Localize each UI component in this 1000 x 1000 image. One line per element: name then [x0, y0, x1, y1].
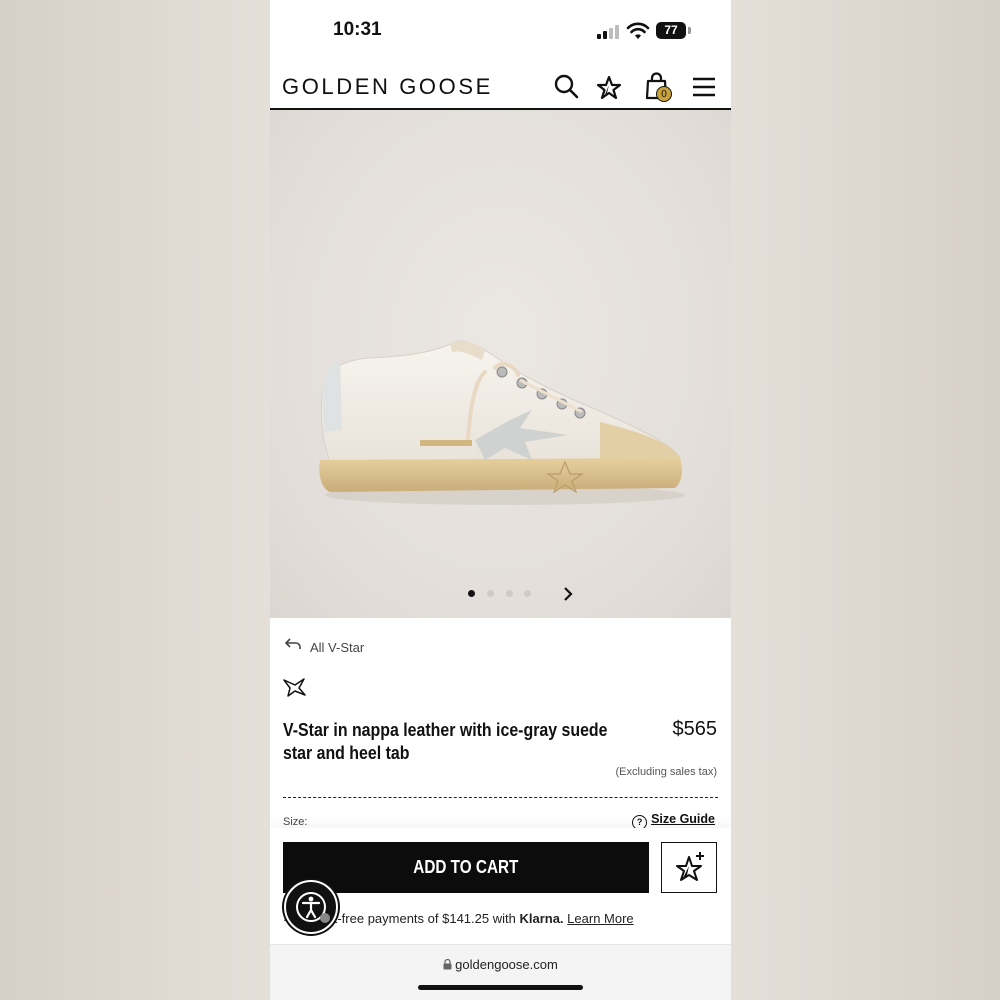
status-time: 10:31: [333, 19, 382, 40]
backdrop-left: [0, 0, 270, 1000]
klarna-logo: Klarna.: [519, 911, 564, 926]
browser-url-bar[interactable]: [270, 944, 731, 1000]
add-to-cart-label: ADD TO CART: [413, 857, 519, 877]
add-to-wishlist-button[interactable]: [661, 842, 717, 893]
accessibility-button[interactable]: [284, 880, 338, 934]
lock-icon: [443, 958, 452, 970]
browser-url[interactable]: goldengoose.com: [270, 957, 731, 972]
browser-url-text: goldengoose.com: [455, 957, 558, 972]
pagination-dot[interactable]: [524, 590, 531, 597]
klarna-learn-more-link[interactable]: Learn More: [567, 911, 633, 926]
add-to-cart-button[interactable]: ADD TO CART: [283, 842, 649, 893]
cellular-signal-icon: [597, 25, 621, 39]
battery-icon: 77: [656, 22, 686, 39]
brand-logo[interactable]: GOLDEN GOOSE: [282, 74, 493, 100]
back-arrow-icon[interactable]: [284, 636, 302, 652]
product-image-sneaker: [319, 340, 685, 505]
chevron-right-icon[interactable]: [560, 585, 576, 603]
section-divider: [283, 797, 718, 798]
search-icon[interactable]: [552, 72, 580, 100]
menu-icon[interactable]: [690, 73, 718, 101]
pagination-dot[interactable]: [487, 590, 494, 597]
wifi-icon: [626, 22, 650, 39]
product-price: $565: [672, 718, 718, 740]
size-label: Size:: [283, 816, 308, 828]
home-indicator[interactable]: [418, 985, 583, 990]
battery-tip: [688, 27, 691, 34]
phone-screen: 10:31 77 GOLDEN GOOSE 0 All V-Star V-Sta…: [270, 0, 731, 1000]
tax-note: (Excluding sales tax): [615, 766, 718, 778]
klarna-text: st-free payments of $141.25 with: [327, 911, 516, 926]
wishlist-star-icon[interactable]: [282, 676, 308, 698]
star-plus-icon: [676, 852, 704, 881]
backdrop-right: [730, 0, 1000, 1000]
accessibility-icon: [296, 892, 330, 923]
star-icon[interactable]: [595, 72, 623, 100]
product-image-gallery[interactable]: [270, 110, 731, 618]
pagination-dot[interactable]: [468, 590, 475, 597]
product-title: V-Star in nappa leather with ice-gray su…: [283, 719, 608, 763]
pagination-dot[interactable]: [506, 590, 513, 597]
size-guide-label: Size Guide: [651, 812, 715, 826]
cart-count-badge: 0: [656, 86, 672, 102]
breadcrumb-back-link[interactable]: All V-Star: [310, 640, 364, 655]
